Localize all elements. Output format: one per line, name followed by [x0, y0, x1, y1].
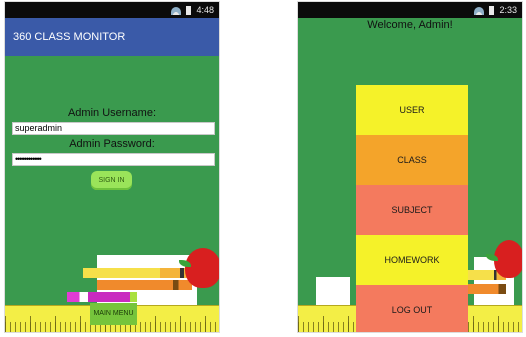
pencil-icon [97, 280, 192, 290]
status-time: 2:33 [499, 5, 517, 15]
battery-icon [488, 6, 494, 16]
pencil-icon [83, 268, 193, 278]
wifi-icon [171, 6, 182, 15]
menu-item-subject[interactable]: SUBJECT [356, 185, 468, 235]
apple-icon [494, 240, 522, 278]
admin-menu-screen: 2:33 Welcome, Admin! USER CLASS SUBJECT … [298, 2, 522, 332]
app-title: 360 CLASS MONITOR [13, 31, 126, 43]
battery-icon [185, 6, 191, 16]
menu-item-class[interactable]: CLASS [356, 135, 468, 185]
admin-menu: USER CLASS SUBJECT HOMEWORK LOG OUT [356, 85, 468, 332]
username-label: Admin Username: [67, 107, 157, 119]
password-label: Admin Password: [69, 138, 155, 150]
app-title-bar: 360 CLASS MONITOR [5, 18, 219, 56]
welcome-heading: Welcome, Admin! [367, 19, 453, 31]
menu-item-homework[interactable]: HOMEWORK [356, 235, 468, 285]
status-bar: 4:48 [5, 2, 219, 18]
menu-item-logout[interactable]: LOG OUT [356, 285, 468, 332]
password-field[interactable]: •••••••••••• [12, 153, 215, 166]
main-menu-button[interactable]: MAIN MENU [90, 303, 137, 325]
status-bar: 2:33 [298, 2, 522, 18]
apple-icon [185, 248, 219, 288]
wifi-icon [474, 6, 485, 15]
pencil-icon [67, 292, 137, 302]
status-time: 4:48 [196, 5, 214, 15]
sign-in-button[interactable]: SIGN IN [91, 171, 132, 190]
username-field[interactable]: superadmin [12, 122, 215, 135]
menu-item-user[interactable]: USER [356, 85, 468, 135]
screenshot-canvas: 4:48 360 CLASS MONITOR Admin Username: s… [0, 0, 526, 337]
pencil-icon [468, 284, 506, 294]
login-screen: 4:48 360 CLASS MONITOR Admin Username: s… [5, 2, 219, 332]
